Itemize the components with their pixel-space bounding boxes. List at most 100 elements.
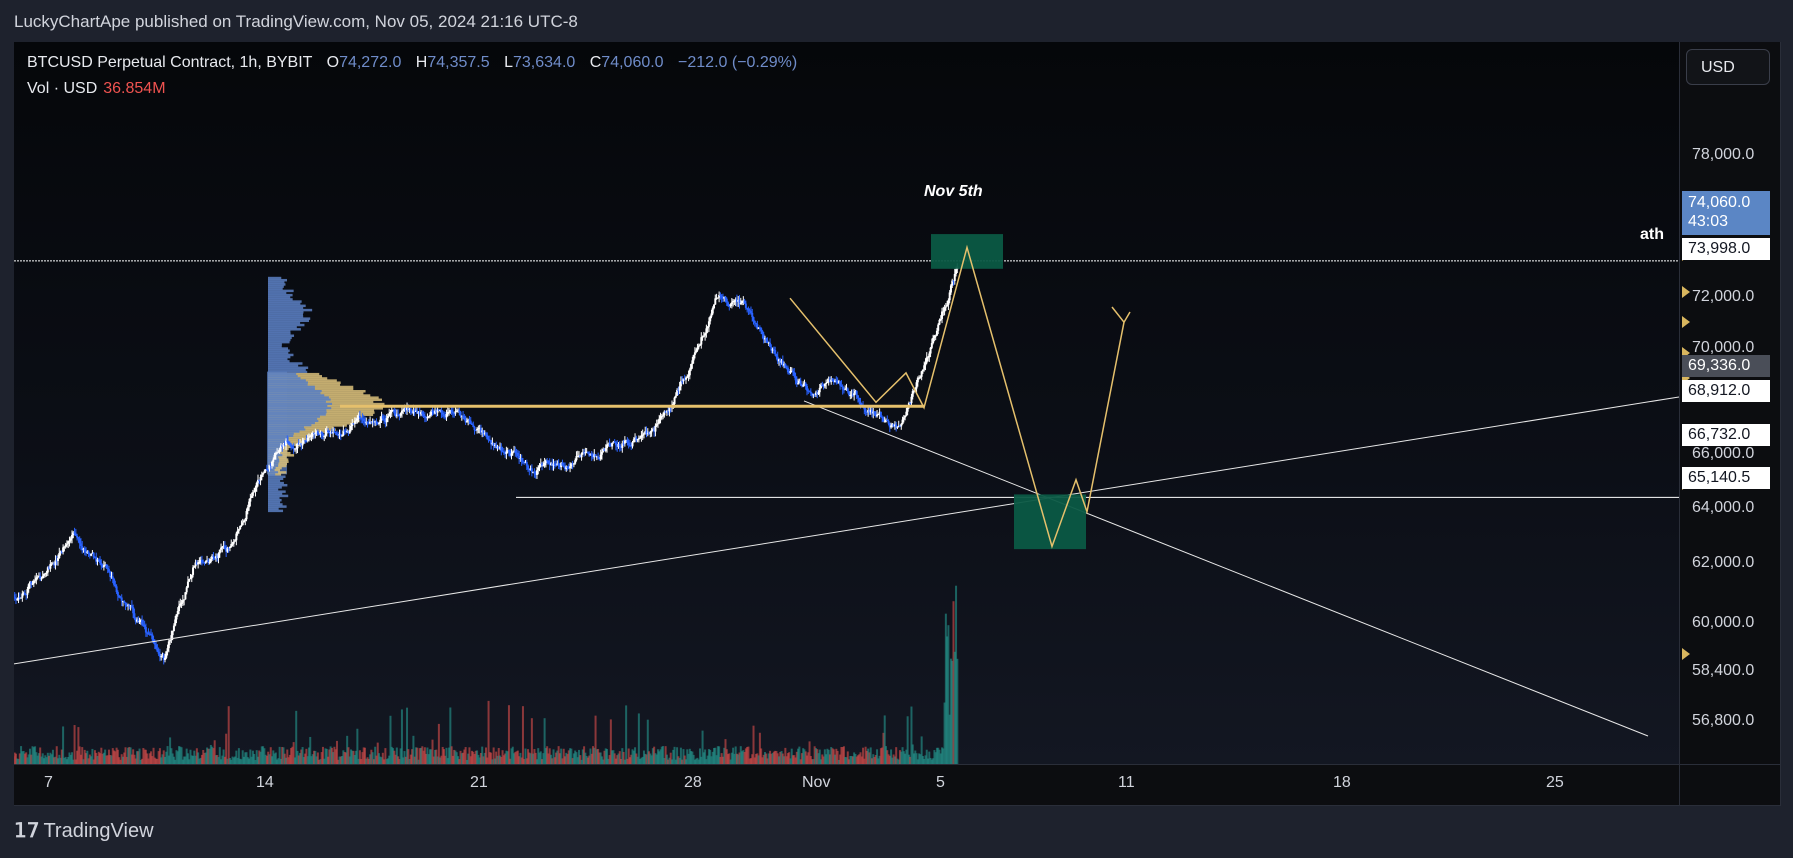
candle-body bbox=[208, 561, 211, 563]
profile-row bbox=[268, 488, 279, 491]
x-tick: 25 bbox=[1546, 774, 1564, 791]
candle-body bbox=[260, 474, 263, 478]
volume-label[interactable]: Vol · USD bbox=[27, 80, 97, 97]
profile-row bbox=[268, 343, 282, 346]
candle-body bbox=[34, 580, 37, 582]
candle-body bbox=[949, 285, 952, 293]
candle-body bbox=[253, 491, 256, 493]
profile-row-buy bbox=[268, 417, 318, 421]
symbol-title[interactable]: BTCUSD Perpetual Contract, 1h, BYBIT bbox=[27, 54, 312, 71]
candle-body bbox=[681, 381, 684, 383]
candle-body bbox=[858, 397, 861, 402]
candle-body bbox=[877, 413, 880, 415]
candle-body bbox=[169, 640, 172, 642]
volume-bar bbox=[400, 709, 403, 764]
candle-body bbox=[77, 537, 80, 539]
candle-body bbox=[113, 578, 116, 585]
profile-row bbox=[268, 353, 294, 357]
y-tick: 58,400.0 bbox=[1692, 662, 1755, 679]
candle-body bbox=[422, 414, 425, 416]
candle-body bbox=[190, 574, 193, 579]
profile-row bbox=[268, 332, 291, 335]
profile-row-buy bbox=[268, 432, 294, 436]
candle-body bbox=[324, 433, 327, 436]
candle-body bbox=[774, 350, 777, 355]
candle-body bbox=[929, 347, 932, 354]
candle-body bbox=[687, 375, 690, 377]
candle-body bbox=[873, 411, 876, 415]
candle-body bbox=[473, 426, 476, 431]
candle-body bbox=[67, 541, 70, 544]
candle-body bbox=[290, 444, 293, 447]
y-tick: 64,000.0 bbox=[1692, 499, 1755, 516]
candle-body bbox=[386, 415, 389, 419]
candle-body bbox=[923, 365, 926, 370]
ath-annotation[interactable]: ath bbox=[1640, 226, 1664, 244]
profile-row bbox=[268, 357, 288, 361]
candle-body bbox=[124, 602, 127, 606]
candle-body bbox=[879, 411, 882, 418]
candle-body bbox=[795, 380, 798, 384]
candle-body bbox=[553, 463, 556, 466]
candle-body bbox=[574, 460, 577, 464]
profile-row-buy bbox=[268, 422, 315, 425]
profile-row bbox=[268, 370, 308, 374]
candle-body bbox=[73, 532, 76, 534]
candle-body bbox=[656, 423, 659, 425]
candle-body bbox=[120, 597, 123, 602]
candle-body bbox=[341, 435, 344, 437]
candle-body bbox=[399, 413, 402, 416]
candle-body bbox=[228, 547, 231, 549]
candle-body bbox=[151, 634, 154, 640]
candle-body bbox=[719, 295, 722, 297]
date-annotation[interactable]: Nov 5th bbox=[924, 183, 983, 201]
candle-body bbox=[109, 571, 112, 577]
profile-row bbox=[268, 505, 287, 508]
candle-body bbox=[465, 421, 468, 423]
candle-body bbox=[701, 336, 704, 338]
profile-row-buy bbox=[268, 447, 280, 451]
candle-body bbox=[389, 411, 392, 414]
currency-button[interactable]: USD bbox=[1686, 49, 1770, 85]
y-tick: 56,800.0 bbox=[1692, 712, 1755, 729]
candle-body bbox=[445, 414, 448, 418]
candle-body bbox=[79, 543, 82, 546]
candle-body bbox=[920, 371, 923, 377]
candle-body bbox=[381, 415, 384, 419]
candle-body bbox=[156, 648, 159, 652]
candle-body bbox=[848, 391, 851, 396]
candle-body bbox=[74, 533, 77, 536]
candle-body bbox=[43, 574, 45, 576]
candle-body bbox=[358, 415, 361, 418]
candle-body bbox=[511, 451, 514, 454]
profile-row bbox=[268, 509, 284, 513]
candle-body bbox=[204, 561, 207, 563]
candle-body bbox=[693, 352, 696, 355]
candle-body bbox=[904, 415, 907, 418]
candle-body bbox=[486, 434, 489, 440]
alert-marker-icon bbox=[1682, 316, 1690, 328]
profile-row bbox=[268, 477, 284, 481]
candle-body bbox=[155, 644, 158, 649]
candle-body bbox=[569, 466, 572, 469]
candle-body bbox=[259, 477, 262, 481]
candle-body bbox=[809, 391, 812, 394]
candle-body bbox=[16, 599, 19, 601]
change-value: −212.0 (−0.29%) bbox=[678, 54, 798, 71]
candle-body bbox=[71, 534, 74, 539]
candle-body bbox=[166, 648, 169, 652]
profile-row bbox=[268, 496, 280, 500]
candle-body bbox=[335, 433, 338, 435]
rising-trendline bbox=[14, 396, 1679, 665]
candle-body bbox=[174, 619, 177, 626]
candle-body bbox=[930, 343, 933, 348]
candle-body bbox=[355, 420, 358, 422]
candle-body bbox=[818, 387, 821, 393]
candle-body bbox=[189, 578, 192, 580]
candle-body bbox=[207, 560, 210, 563]
candle-body bbox=[566, 466, 569, 469]
candle-body bbox=[295, 448, 298, 450]
candle-body bbox=[802, 385, 805, 387]
candle-body bbox=[188, 579, 191, 582]
profile-row-buy bbox=[268, 407, 332, 410]
